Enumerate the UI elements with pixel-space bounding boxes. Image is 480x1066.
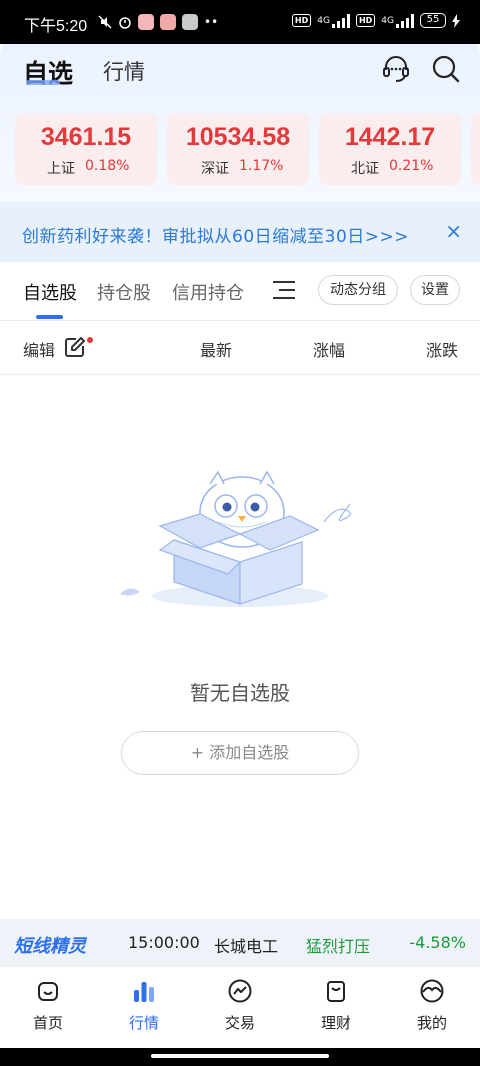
nav-profile[interactable]: 我的 xyxy=(384,978,480,1033)
banner-text[interactable]: 创新药利好来袭！审批拟从60日缩减至30日>>> xyxy=(22,222,409,247)
alarm-icon xyxy=(119,17,131,29)
index-card-shenzhen[interactable]: 10534.58 深证 1.17% xyxy=(167,113,309,185)
subtab-holdings[interactable]: 持仓股 xyxy=(97,279,151,305)
home-icon xyxy=(38,982,58,1001)
news-banner[interactable]: 创新药利好来袭！审批拟从60日缩减至30日>>> × xyxy=(0,202,480,262)
watchlist-subtabs: 自选股 持仓股 信用持仓 动态分组 设置 xyxy=(0,262,480,320)
index-name: 北证 xyxy=(351,161,379,177)
index-change: 0.21% xyxy=(389,158,434,174)
index-cards: 3461.15 上证 0.18% 10534.58 深证 1.17% 1442.… xyxy=(15,113,480,185)
bottom-navigation: 首页 行情 交易 理财 我的 xyxy=(0,968,480,1048)
index-change: 0.18% xyxy=(85,158,130,174)
search-icon[interactable] xyxy=(431,54,461,84)
home-indicator[interactable] xyxy=(0,1048,480,1066)
divider xyxy=(0,320,480,321)
tab-watchlist-indicator xyxy=(26,80,60,85)
hd-badge-2: HD xyxy=(355,14,376,27)
network-label-2: 4G xyxy=(381,15,394,26)
index-name: 深证 xyxy=(201,161,229,177)
divider xyxy=(0,374,480,375)
dynamic-group-button[interactable]: 动态分组 xyxy=(318,275,398,305)
nav-wealth[interactable]: 理财 xyxy=(288,978,384,1033)
ticker-signal: 猛烈打压 xyxy=(306,937,371,956)
close-icon[interactable]: × xyxy=(445,219,462,243)
ticker-time: 15:00:00 xyxy=(128,933,200,952)
customer-service-icon[interactable] xyxy=(381,54,411,84)
index-value: 3461.15 xyxy=(40,123,132,151)
profile-icon xyxy=(420,979,444,1003)
app-notification-icon-2 xyxy=(182,14,198,30)
nav-label: 首页 xyxy=(32,1014,63,1032)
battery-icon: 55 xyxy=(420,13,446,28)
ticker-change: -4.58% xyxy=(409,933,466,952)
add-watchlist-button[interactable]: + 添加自选股 xyxy=(121,731,359,775)
edit-button[interactable]: 编辑 xyxy=(23,337,55,361)
menu-icon[interactable] xyxy=(273,280,295,300)
nav-label: 行情 xyxy=(128,1014,159,1032)
network-label: 4G xyxy=(317,15,330,26)
system-indicators: HD 4G HD 4G 55 xyxy=(291,13,460,28)
status-time: 下午5:20 xyxy=(24,18,88,35)
nav-market[interactable]: 行情 xyxy=(96,978,192,1033)
nav-home[interactable]: 首页 xyxy=(0,978,96,1033)
index-name: 上证 xyxy=(47,161,75,177)
index-card-partial[interactable] xyxy=(471,113,480,185)
short-term-ticker[interactable]: 短线精灵 15:00:00 长城电工 猛烈打压 -4.58% xyxy=(0,919,480,967)
app-screen: 下午5:20 •• HD 4G HD 4G 55 自选 行情 3461.15 上… xyxy=(0,0,480,1066)
video-notification-icon xyxy=(160,14,176,30)
more-notifications-icon: •• xyxy=(204,15,219,29)
ticker-logo: 短线精灵 xyxy=(14,936,86,957)
mute-icon xyxy=(98,15,112,29)
app-notification-icon xyxy=(138,14,154,30)
tab-market[interactable]: 行情 xyxy=(103,56,145,86)
index-value: 10534.58 xyxy=(185,123,291,151)
subtab-indicator xyxy=(36,315,63,319)
empty-box-owl-illustration xyxy=(120,470,351,607)
market-icon xyxy=(134,982,154,1002)
wealth-icon xyxy=(327,981,345,1002)
subtab-credit-holdings[interactable]: 信用持仓 xyxy=(172,279,244,305)
subtab-watchlist[interactable]: 自选股 xyxy=(23,279,77,305)
notification-icons: •• xyxy=(98,14,218,30)
index-card-beijing[interactable]: 1442.17 北证 0.21% xyxy=(319,113,461,185)
column-latest[interactable]: 最新 xyxy=(200,337,232,361)
empty-state-message: 暂无自选股 xyxy=(190,681,290,705)
nav-label: 我的 xyxy=(416,1014,447,1032)
status-bar: 下午5:20 •• HD 4G HD 4G 55 xyxy=(0,0,480,44)
nav-label: 交易 xyxy=(224,1014,255,1032)
settings-button[interactable]: 设置 xyxy=(410,275,460,305)
charging-icon xyxy=(452,13,460,28)
edit-icon[interactable] xyxy=(64,336,86,358)
signal-icon-2 xyxy=(396,13,414,28)
column-header: 编辑 最新 涨幅 涨跌 xyxy=(0,322,480,374)
hd-badge: HD xyxy=(291,14,312,27)
index-change: 1.17% xyxy=(239,158,284,174)
nav-label: 理财 xyxy=(320,1014,351,1032)
index-value: 1442.17 xyxy=(344,123,436,151)
ticker-stock: 长城电工 xyxy=(214,937,279,956)
column-change-amt[interactable]: 涨跌 xyxy=(426,337,458,361)
index-card-shanghai[interactable]: 3461.15 上证 0.18% xyxy=(15,113,157,185)
column-change-pct[interactable]: 涨幅 xyxy=(313,337,345,361)
notification-dot xyxy=(87,337,93,343)
trade-icon xyxy=(228,979,252,1003)
signal-icon xyxy=(331,13,350,28)
nav-trade[interactable]: 交易 xyxy=(192,978,288,1033)
